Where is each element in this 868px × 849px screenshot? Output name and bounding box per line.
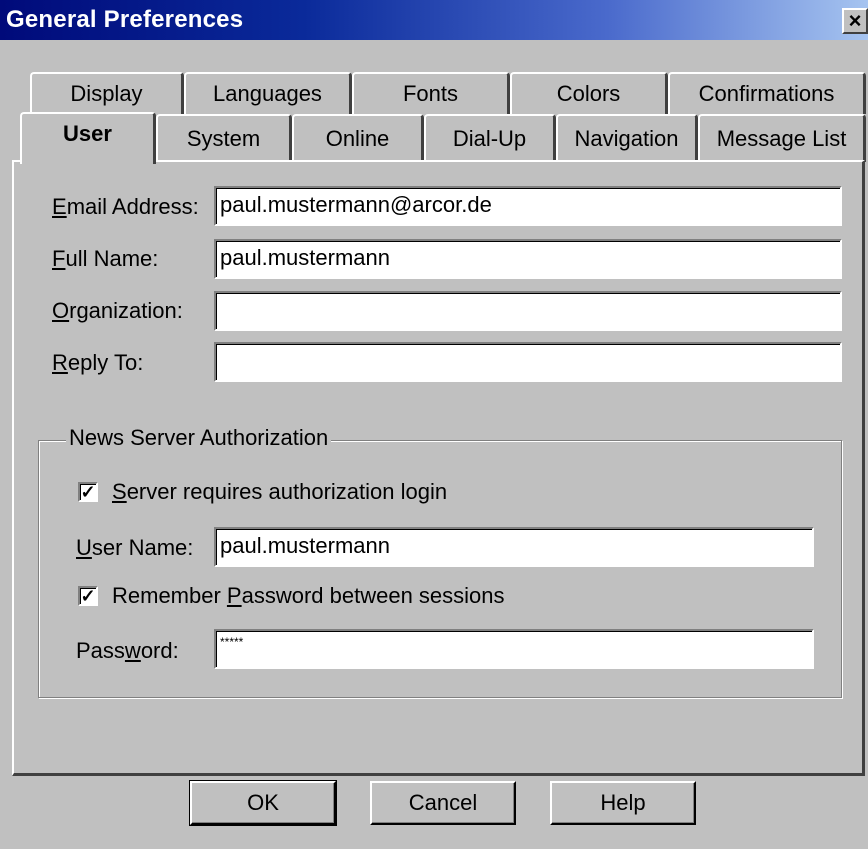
tab-confirmations[interactable]: Confirmations [668, 72, 866, 114]
tab-message-list[interactable]: Message List [698, 114, 866, 162]
tab-label: Fonts [402, 81, 459, 106]
tab-label: Online [325, 126, 390, 151]
tab-navigation[interactable]: Navigation [556, 114, 698, 162]
tab-label: Message List [716, 126, 847, 151]
close-button[interactable]: × [842, 8, 868, 34]
tab-panel-user [12, 160, 865, 776]
tab-label: Confirmations [698, 81, 835, 106]
tab-fonts[interactable]: Fonts [352, 72, 510, 114]
tab-label: User [63, 121, 112, 146]
tab-label: System [186, 126, 261, 151]
close-icon: × [848, 8, 862, 33]
ok-button[interactable]: OK [189, 780, 337, 826]
tab-system[interactable]: System [156, 114, 292, 162]
help-button[interactable]: Help [550, 781, 696, 825]
tab-label: Dial-Up [452, 126, 527, 151]
window-title: General Preferences [6, 6, 244, 33]
tab-languages[interactable]: Languages [184, 72, 352, 114]
tab-label: Navigation [574, 126, 679, 151]
tab-label: Display [70, 81, 143, 106]
tab-dial-up[interactable]: Dial-Up [424, 114, 556, 162]
tab-user[interactable]: User [20, 112, 156, 164]
tab-online[interactable]: Online [292, 114, 424, 162]
tab-display[interactable]: Display [30, 72, 184, 114]
tab-colors[interactable]: Colors [510, 72, 668, 114]
tab-label: Languages [213, 81, 322, 106]
title-bar: General Preferences × [0, 0, 868, 40]
cancel-button[interactable]: Cancel [370, 781, 516, 825]
tab-label: Colors [556, 81, 621, 106]
